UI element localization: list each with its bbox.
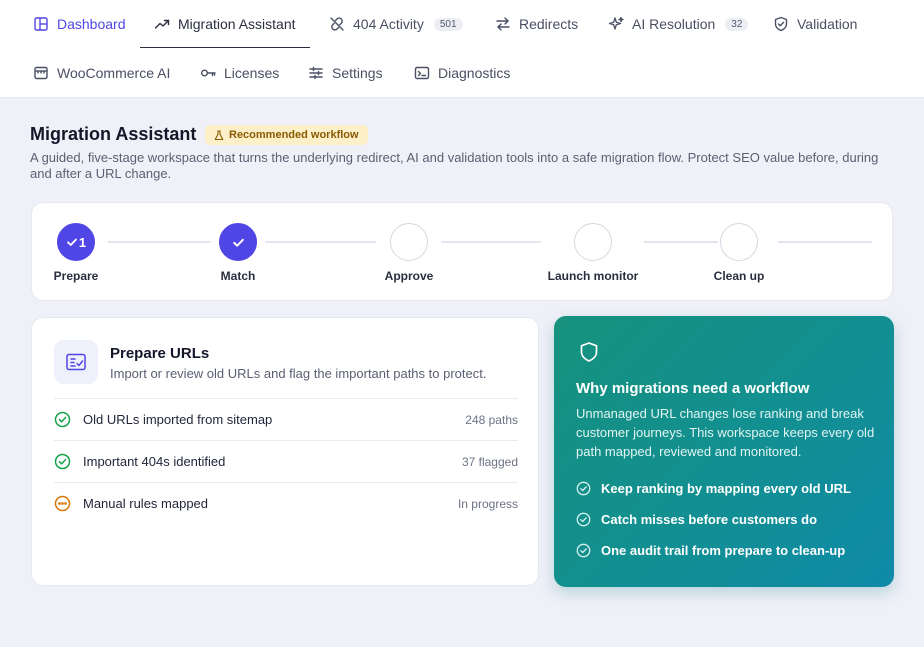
terminal-icon (414, 66, 430, 80)
step-prepare-circle[interactable]: 1 (57, 223, 95, 261)
step-approve-circle[interactable] (390, 223, 428, 261)
task-label: Manual rules mapped (83, 496, 209, 511)
benefit-item: Keep ranking by mapping every old URL (576, 481, 851, 496)
step-clean-up-circle[interactable] (720, 223, 758, 261)
prepare-description: Import or review old URLs and flag the i… (110, 366, 487, 381)
benefit-label: Keep ranking by mapping every old URL (601, 481, 851, 496)
benefit-label: Catch misses before customers do (601, 512, 818, 527)
step-label-match: Match (220, 269, 256, 283)
step-label-prepare: Prepare (53, 269, 99, 283)
step-label-approve: Approve (384, 269, 434, 283)
trend-up-icon (154, 19, 170, 29)
check-circle-icon (54, 411, 71, 428)
check-icon (232, 238, 244, 247)
tab-label: WooCommerce AI (57, 65, 171, 81)
step-number: 1 (78, 234, 87, 250)
tab-dashboard[interactable]: Dashboard (33, 0, 126, 48)
tab-label: Validation (797, 16, 858, 32)
tab-label: Migration Assistant (178, 16, 296, 32)
broken-link-icon (330, 17, 344, 31)
key-icon (201, 69, 216, 77)
badge-label: Recommended workflow (229, 129, 359, 141)
tab-label: Redirects (519, 16, 579, 32)
benefit-label: One audit trail from prepare to clean-up (601, 543, 846, 558)
workflow-stepper: 1 Prepare Match Approve Launch monitor C… (31, 202, 893, 301)
tab-validation[interactable]: Validation (773, 0, 857, 48)
info-description: Unmanaged URL changes lose ranking and b… (576, 406, 875, 459)
tab-404-activity[interactable]: 404 Activity 501 (329, 0, 463, 48)
dashboard-icon (34, 17, 48, 31)
in-progress-icon (54, 495, 71, 512)
task-row[interactable]: Old URLs imported from sitemap 248 paths (54, 398, 518, 440)
step-label-clean-up: Clean up (713, 269, 765, 283)
sliders-icon (309, 66, 323, 80)
step-connector (265, 241, 376, 243)
task-meta: In progress (457, 496, 518, 511)
check-circle-icon (576, 543, 591, 558)
benefit-item: Catch misses before customers do (576, 512, 817, 527)
checklist-icon (54, 340, 98, 384)
task-row[interactable]: Manual rules mapped In progress (54, 482, 518, 524)
step-connector (441, 241, 541, 243)
shield-check-icon (774, 16, 788, 32)
tab-label: Settings (332, 65, 383, 81)
flask-icon (214, 129, 224, 140)
tab-label: Licenses (224, 65, 280, 81)
tab-label: Dashboard (57, 16, 126, 32)
step-launch-monitor-circle[interactable] (574, 223, 612, 261)
page-subtitle: A guided, five-stage workspace that turn… (30, 150, 879, 181)
arrows-swap-icon (496, 17, 510, 31)
step-connector (778, 241, 872, 243)
check-circle-icon (576, 512, 591, 527)
prepare-urls-card: Prepare URLs Import or review old URLs a… (31, 317, 539, 586)
task-meta: 37 flagged (461, 454, 518, 469)
task-label: Important 404s identified (83, 454, 226, 469)
tab-licenses[interactable]: Licenses (200, 49, 279, 97)
task-meta: 248 paths (465, 412, 518, 427)
recommended-badge: Recommended workflow (205, 125, 368, 145)
check-circle-icon (54, 453, 71, 470)
tab-settings[interactable]: Settings (308, 49, 383, 97)
tab-woocommerce-ai[interactable]: WooCommerce AI (33, 49, 170, 97)
tab-label: Diagnostics (438, 65, 511, 81)
main-nav: Dashboard Migration Assistant 404 Activi… (0, 0, 924, 98)
tab-redirects[interactable]: Redirects (495, 0, 578, 48)
tab-diagnostics[interactable]: Diagnostics (414, 49, 510, 97)
step-label-launch-monitor: Launch monitor (547, 269, 639, 283)
step-connector (108, 241, 211, 243)
tab-label: 404 Activity (353, 16, 424, 32)
tab-migration-assistant[interactable]: Migration Assistant (140, 0, 309, 48)
check-icon (66, 238, 77, 246)
page-title: Migration Assistant (30, 124, 197, 144)
step-match-circle[interactable] (219, 223, 257, 261)
shield-icon (580, 342, 598, 362)
prepare-title: Prepare URLs (110, 345, 210, 362)
benefit-item: One audit trail from prepare to clean-up (576, 543, 845, 558)
count-badge: 32 (725, 17, 749, 31)
sparkle-icon (608, 16, 624, 30)
task-label: Old URLs imported from sitemap (83, 412, 273, 427)
tab-label: AI Resolution (632, 16, 716, 32)
why-workflow-card: Why migrations need a workflow Unmanaged… (554, 316, 894, 587)
check-circle-icon (576, 481, 591, 496)
tab-ai-resolution[interactable]: AI Resolution 32 (608, 0, 749, 48)
count-badge: 501 (433, 17, 463, 31)
store-icon (34, 66, 48, 80)
info-title: Why migrations need a workflow (576, 380, 810, 397)
step-connector (644, 241, 718, 243)
task-row[interactable]: Important 404s identified 37 flagged (54, 440, 518, 482)
